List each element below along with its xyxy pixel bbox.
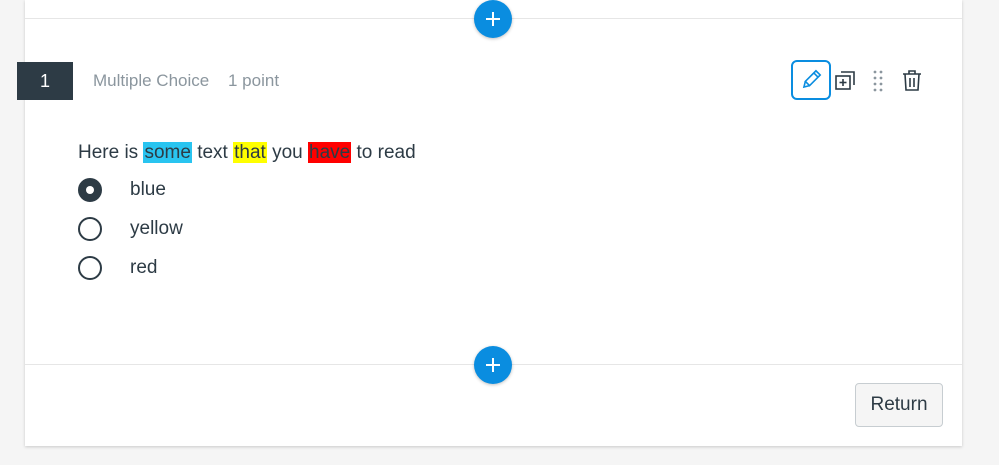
- plus-icon: [486, 358, 500, 372]
- drag-handle-icon: [873, 70, 883, 92]
- add-question-above-button[interactable]: [474, 0, 512, 38]
- question-text: Here is some text that you have to read: [78, 141, 416, 165]
- radio-unselected[interactable]: [78, 217, 102, 241]
- text-segment: you: [266, 142, 309, 163]
- plus-icon: [486, 12, 500, 26]
- text-segment: to read: [351, 142, 416, 163]
- trash-icon: [903, 70, 921, 91]
- text-segment: Here is: [78, 142, 144, 163]
- question-points: 1 point: [228, 71, 280, 90]
- question-type: Multiple Choice: [93, 71, 210, 90]
- delete-button[interactable]: [892, 60, 932, 100]
- highlighted-word-yellow: that: [233, 142, 267, 163]
- pencil-icon: [802, 69, 822, 89]
- highlighted-word-blue: some: [143, 142, 192, 163]
- question-number-badge: 1: [17, 62, 73, 100]
- return-button[interactable]: Return: [855, 383, 943, 427]
- highlighted-word-red: have: [308, 142, 352, 163]
- radio-selected[interactable]: [78, 178, 102, 202]
- answer-option-label: blue: [130, 179, 166, 200]
- duplicate-icon: [835, 71, 855, 90]
- answer-option[interactable]: yellow: [78, 216, 183, 242]
- text-segment: text: [191, 142, 234, 163]
- answer-option-label: red: [130, 257, 158, 278]
- answer-option[interactable]: blue: [78, 177, 166, 203]
- add-question-below-button[interactable]: [474, 346, 512, 384]
- answer-option[interactable]: red: [78, 255, 157, 281]
- radio-unselected[interactable]: [78, 256, 102, 280]
- answer-option-label: yellow: [130, 218, 183, 239]
